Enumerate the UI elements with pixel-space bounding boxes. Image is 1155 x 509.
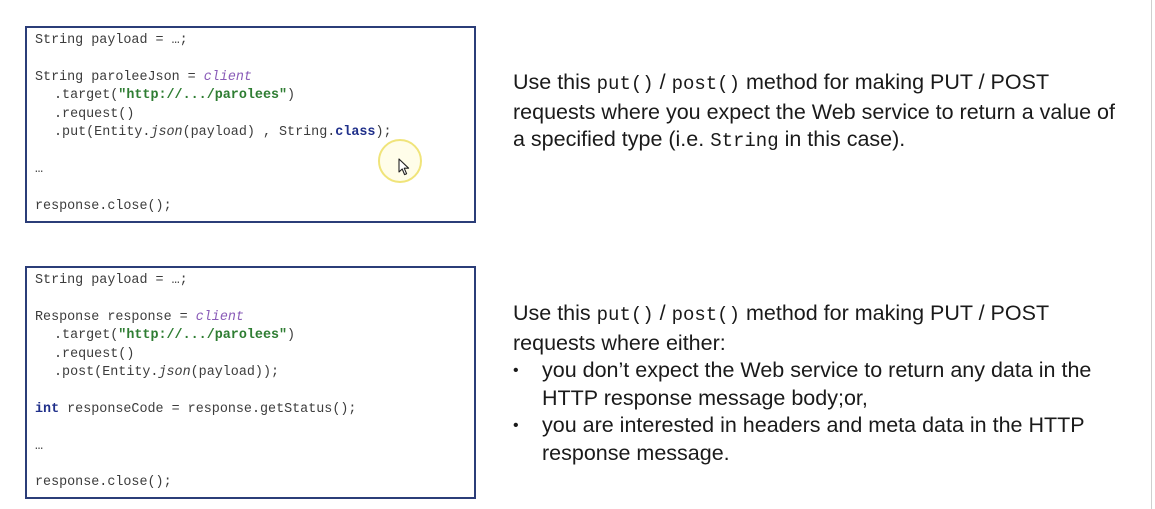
code-line: response.close(); — [35, 198, 466, 216]
code-text: (payload) , String. — [182, 124, 336, 140]
java-keyword: class — [335, 124, 376, 140]
description-put-without-type: Use this put() / post() method for makin… — [513, 300, 1123, 467]
desc-text: Use this — [513, 301, 597, 325]
inline-code-string: String — [710, 130, 779, 152]
code-text: .request() — [54, 106, 135, 122]
code-line: .request() — [35, 106, 466, 124]
code-line: Response response = client — [35, 309, 466, 327]
ellipsis: … — [35, 438, 44, 454]
code-text: ) — [287, 328, 296, 344]
code-line: String payload = …; — [35, 272, 466, 290]
string-literal: "http://.../parolees" — [118, 88, 288, 104]
code-text: .target( — [54, 88, 119, 104]
code-box-post: String payload = …; Response response = … — [25, 266, 476, 499]
code-line: String paroleeJson = client — [35, 69, 466, 87]
inline-code-post: post() — [671, 304, 740, 326]
code-line: .target("http://.../parolees") — [35, 327, 466, 345]
code-text: response.close(); — [35, 475, 172, 491]
code-text: String payload = …; — [35, 273, 188, 288]
code-line: .request() — [35, 346, 466, 364]
code-line: String payload = …; — [35, 32, 466, 50]
java-keyword: int — [35, 401, 60, 417]
desc-text: Use this — [513, 70, 597, 94]
code-line: response.close(); — [35, 474, 466, 492]
code-line: int responseCode = response.getStatus(); — [35, 401, 466, 419]
bullet-text: you are interested in headers and meta d… — [542, 413, 1085, 465]
desc-text: / — [653, 301, 672, 325]
bullet-item: • you are interested in headers and meta … — [513, 412, 1123, 467]
bullet-icon: • — [513, 417, 519, 434]
code-text: ) — [287, 88, 296, 104]
code-text: .request() — [54, 346, 135, 362]
code-text: .put(Entity. — [54, 124, 151, 140]
code-text: Response response = — [35, 309, 196, 325]
description-intro: Use this put() / post() method for makin… — [513, 300, 1123, 357]
ellipsis: … — [35, 161, 44, 177]
client-keyword: client — [203, 69, 252, 85]
code-text: ); — [375, 124, 392, 140]
code-text: String paroleeJson = — [35, 69, 204, 85]
desc-text: / — [653, 70, 672, 94]
bullet-item: • you don’t expect the Web service to ret… — [513, 357, 1123, 412]
bullet-list: • you don’t expect the Web service to ret… — [513, 357, 1123, 467]
bullet-icon: • — [513, 362, 519, 379]
code-text: .post(Entity. — [54, 364, 159, 380]
inline-code-put: put() — [596, 304, 654, 326]
code-line: .post(Entity.json(payload)); — [35, 364, 466, 382]
inline-code-post: post() — [671, 73, 740, 95]
description-put-with-type: Use this put() / post() method for makin… — [513, 69, 1123, 156]
code-text: String payload = …; — [35, 33, 188, 48]
mouse-pointer-icon — [398, 158, 410, 176]
code-line: … — [35, 438, 466, 456]
inline-code-put: put() — [596, 73, 654, 95]
string-literal: "http://.../parolees" — [118, 328, 288, 344]
slide: String payload = …; String paroleeJson =… — [0, 0, 1152, 509]
code-text-italic: json — [158, 364, 191, 380]
code-text: (payload)); — [190, 364, 280, 380]
code-box-put: String payload = …; String paroleeJson =… — [25, 26, 476, 223]
bullet-text: you don’t expect the Web service to retu… — [542, 358, 1092, 410]
code-text: responseCode = response.getStatus(); — [59, 401, 357, 417]
code-text: response.close(); — [35, 198, 172, 214]
desc-text: in this case). — [778, 127, 906, 151]
code-text-italic: json — [150, 124, 183, 140]
code-line: .target("http://.../parolees") — [35, 87, 466, 105]
client-keyword: client — [195, 309, 244, 325]
code-text: .target( — [54, 328, 119, 344]
